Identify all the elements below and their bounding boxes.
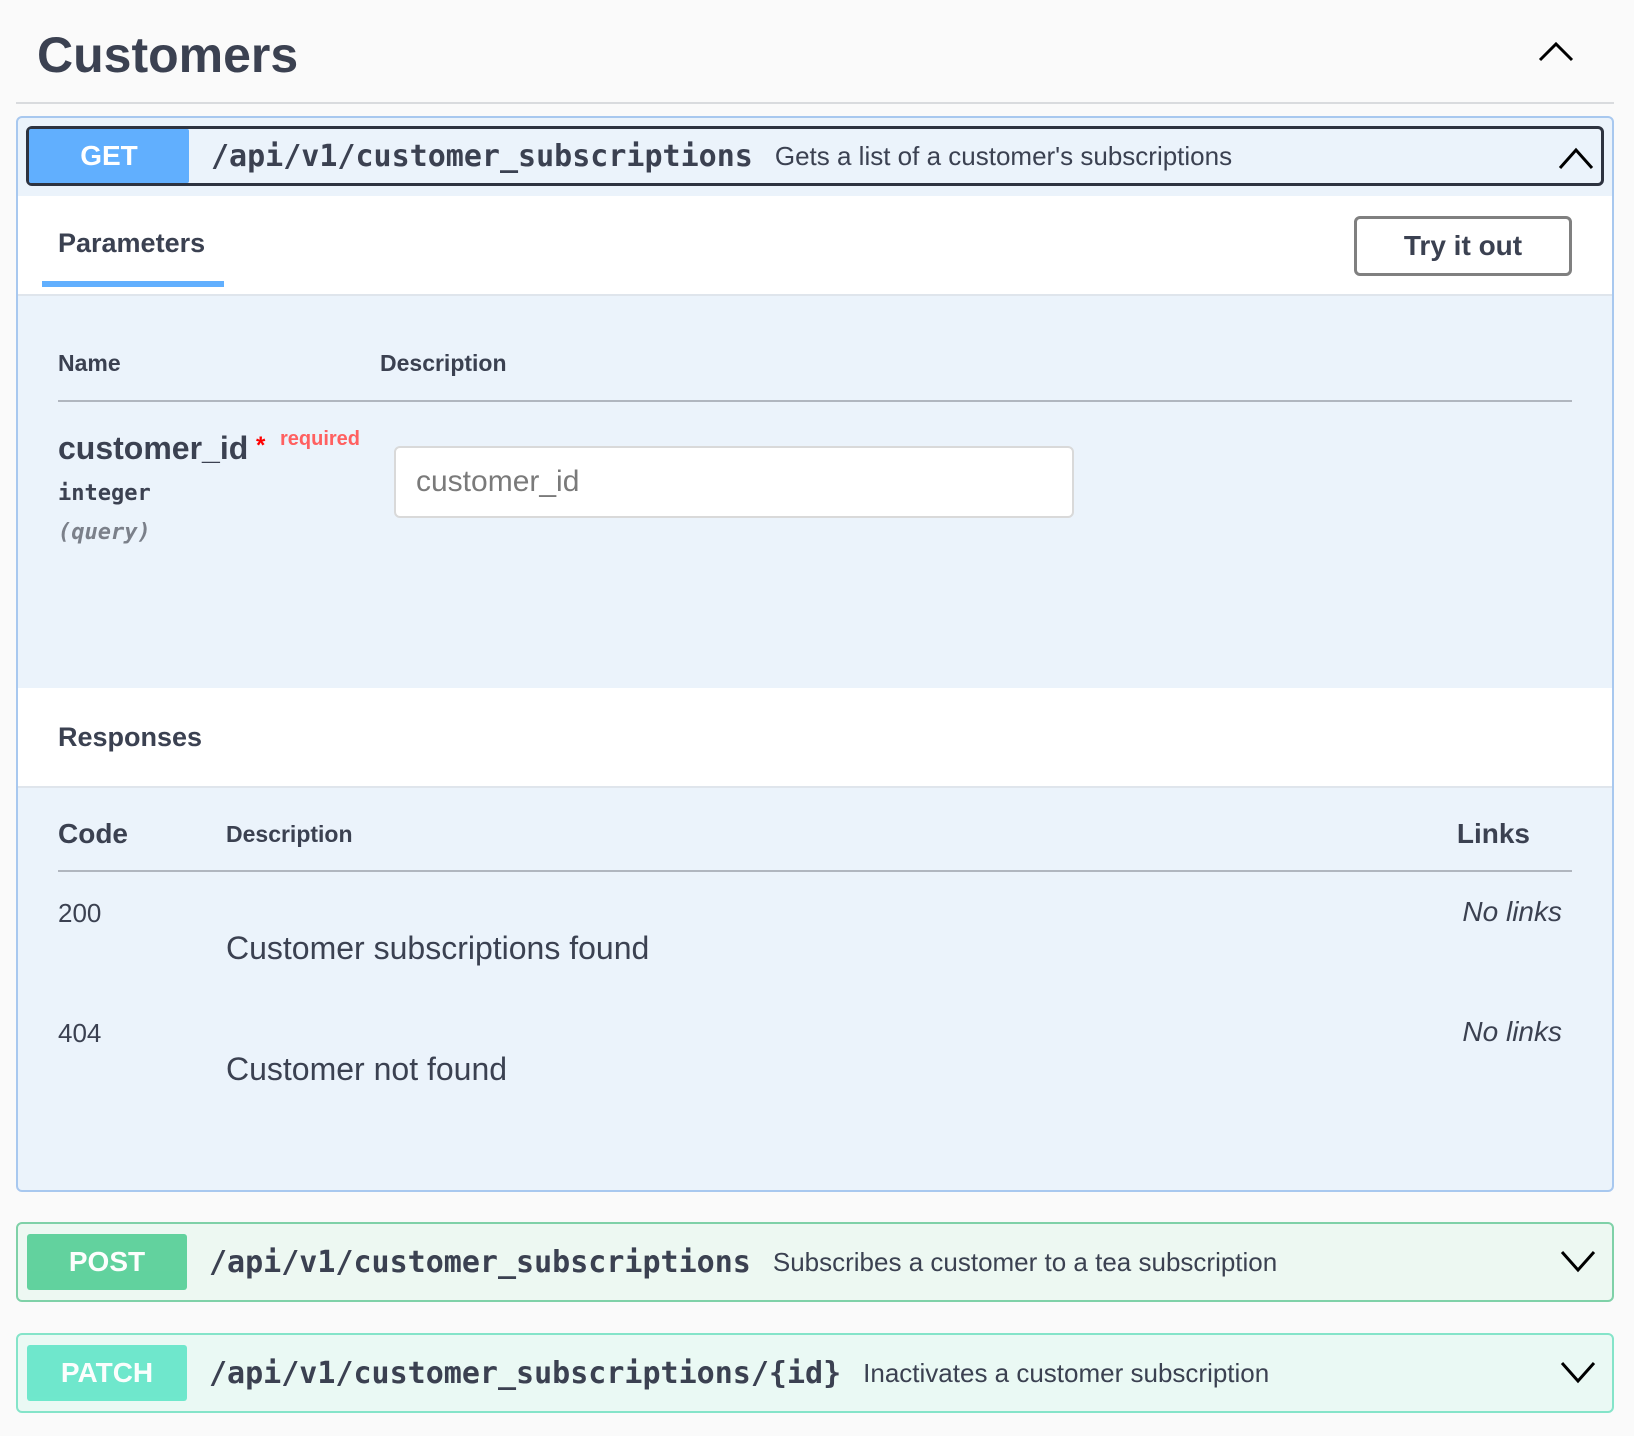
chevron-down-icon[interactable] (1559, 1247, 1597, 1275)
response-description: Customer not found (226, 1051, 508, 1087)
column-header-links: Links (1456, 818, 1530, 849)
column-header-name: Name (58, 350, 121, 376)
parameters-header: Parameters Try it out (18, 196, 1612, 296)
customer-id-input[interactable] (394, 446, 1074, 518)
endpoint-path: /api/v1/customer_subscriptions/{id} (209, 1355, 842, 1391)
chevron-up-icon[interactable] (1536, 36, 1576, 64)
table-divider (58, 400, 1572, 402)
endpoint-path: /api/v1/customer_subscriptions (211, 138, 753, 174)
tab-parameters[interactable]: Parameters (58, 228, 205, 259)
response-links: No links (1462, 1016, 1562, 1047)
response-description: Customer subscriptions found (226, 930, 650, 966)
column-header-description: Description (380, 350, 507, 376)
tag-header[interactable]: Customers (16, 0, 1614, 104)
opblock-post: POST /api/v1/customer_subscriptions Subs… (16, 1222, 1614, 1302)
chevron-down-icon[interactable] (1559, 1358, 1597, 1386)
response-code: 200 (58, 898, 102, 928)
parameter-location: (query) (58, 520, 151, 545)
method-badge-post: POST (27, 1234, 187, 1290)
endpoint-summary: Gets a list of a customer's subscription… (774, 140, 1233, 171)
column-header-description: Description (226, 821, 353, 847)
opblock-summary-post[interactable]: POST /api/v1/customer_subscriptions Subs… (27, 1233, 1603, 1291)
parameter-type: integer (58, 481, 151, 506)
endpoint-path: /api/v1/customer_subscriptions (209, 1244, 751, 1280)
responses-title: Responses (58, 722, 203, 752)
method-badge-get: GET (29, 129, 189, 183)
opblock-get: GET /api/v1/customer_subscriptions Gets … (16, 116, 1614, 1192)
required-star: * (256, 432, 266, 459)
chevron-up-icon[interactable] (1557, 143, 1595, 171)
try-it-out-button[interactable]: Try it out (1354, 216, 1572, 276)
column-header-code: Code (58, 818, 128, 849)
endpoint-summary: Inactivates a customer subscription (863, 1357, 1270, 1388)
opblock-patch: PATCH /api/v1/customer_subscriptions/{id… (16, 1333, 1614, 1413)
parameter-name: customer_id (58, 430, 249, 466)
tab-active-indicator (42, 281, 224, 287)
opblock-summary-patch[interactable]: PATCH /api/v1/customer_subscriptions/{id… (27, 1344, 1603, 1402)
required-label: required (280, 428, 361, 450)
responses-header: Responses (18, 688, 1612, 788)
response-code: 404 (58, 1018, 102, 1048)
table-divider (58, 870, 1572, 872)
endpoint-summary: Subscribes a customer to a tea subscript… (772, 1246, 1278, 1277)
response-links: No links (1462, 896, 1562, 927)
tag-title[interactable]: Customers (37, 26, 298, 84)
method-badge-patch: PATCH (27, 1345, 187, 1401)
opblock-summary-get[interactable]: GET /api/v1/customer_subscriptions Gets … (26, 126, 1604, 186)
